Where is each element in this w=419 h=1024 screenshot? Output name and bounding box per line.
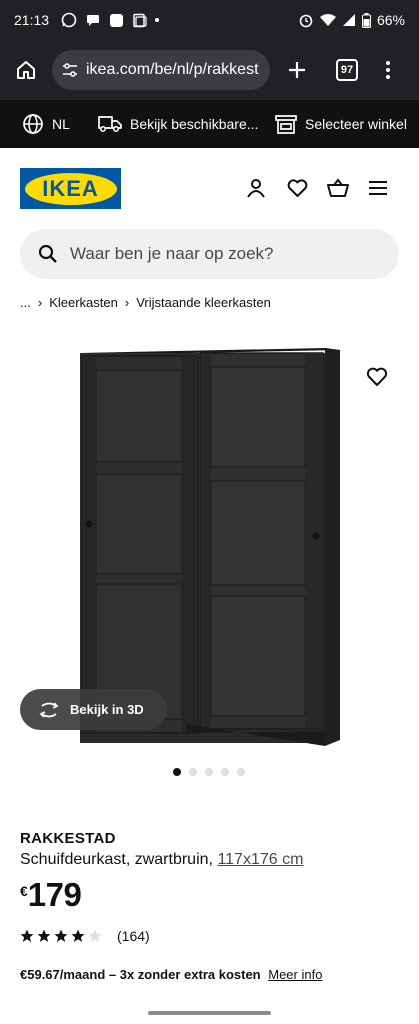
store-label: Selecteer winkel [305,116,407,132]
price-currency: € [20,883,28,899]
account-button[interactable] [244,176,268,200]
store-selector[interactable]: Selecteer winkel [275,114,407,134]
carousel-dot[interactable] [221,768,229,776]
battery-icon [361,12,371,28]
product-size-link[interactable]: 117x176 cm [217,851,303,868]
carousel-dot[interactable] [205,768,213,776]
review-count: (164) [117,928,150,944]
new-tab-button[interactable] [284,57,310,83]
stock-availability-link[interactable]: Bekijk beschikbare... [98,115,258,133]
product-type: Schuifdeurkast, zwartbruin, [20,851,213,868]
site-settings-icon[interactable] [62,63,78,77]
status-right-icons: 66% [298,12,405,28]
chevron-right-icon: › [124,295,130,310]
search-input[interactable]: Waar ben je naar op zoek? [20,229,399,279]
whatsapp-icon [61,12,77,28]
image-carousel-indicator [173,768,245,776]
signal-icon [342,14,355,26]
stock-label: Bekijk beschikbare... [130,116,259,132]
alarm-icon [299,14,313,28]
breadcrumb-ellipsis[interactable]: ... [20,295,31,310]
kebab-dot [386,75,390,79]
url-text: ikea.com/be/nl/p/rakkest [86,61,259,78]
breadcrumb-item[interactable]: Vrijstaande kleerkasten [136,295,271,310]
price-amount: 179 [27,876,82,913]
financing-info: €59.67/maand – 3x zonder extra kosten Me… [20,967,322,982]
status-bar: 21:13 66% [0,0,419,40]
heart-icon [366,367,388,386]
gesture-bar [148,1011,271,1015]
tab-switcher-button[interactable]: 97 [336,59,358,81]
user-icon [247,179,265,198]
kebab-dot [386,68,390,72]
language-label: NL [52,116,70,132]
logo-text: IKEA [24,172,117,205]
breadcrumb: ... › Kleerkasten › Vrijstaande kleerkas… [20,295,271,310]
product-description: Schuifdeurkast, zwartbruin, 117x176 cm [20,851,303,869]
more-info-link[interactable]: Meer info [268,967,322,982]
basket-icon [327,178,349,197]
wifi-icon [319,14,336,26]
heart-icon [287,178,307,197]
globe-icon [23,114,43,134]
financing-text: €59.67/maand – 3x zonder extra kosten [20,967,261,982]
truck-icon [98,116,122,132]
breadcrumb-item[interactable]: Kleerkasten [49,295,118,310]
product-wishlist-button[interactable] [366,367,390,389]
language-selector[interactable]: NL [22,113,70,135]
star-icon [37,929,51,942]
search-icon [38,244,57,263]
status-left-icons [61,12,160,28]
carousel-dot[interactable] [173,768,181,776]
messages-icon [87,15,100,26]
carousel-dot[interactable] [237,768,245,776]
status-time: 21:13 [14,12,50,28]
rotate-3d-icon [39,701,59,718]
menu-icon [369,181,387,195]
dot-icon [155,18,160,22]
site-header: IKEA [0,148,419,226]
view-in-3d-label: Bekijk in 3D [70,702,144,717]
home-icon [17,61,35,79]
menu-button[interactable] [366,176,390,200]
carousel-dot[interactable] [189,768,197,776]
product-name: RAKKESTAD [20,830,116,847]
store-icon [275,115,297,134]
star-icon [71,929,85,942]
basket-button[interactable] [326,176,350,200]
ikea-logo[interactable]: IKEA [20,168,121,209]
chevron-right-icon: › [37,295,43,310]
app-icon [110,13,124,27]
url-field[interactable]: ikea.com/be/nl/p/rakkest [52,50,270,90]
product-rating[interactable]: (164) [20,928,150,944]
plus-icon [289,62,305,78]
wishlist-button[interactable] [285,176,309,200]
info-bar: NL Bekijk beschikbare... Selecteer winke… [0,100,419,148]
search-placeholder: Waar ben je naar op zoek? [70,244,274,263]
product-price: € 179 [20,876,82,914]
star-icon [54,929,68,942]
home-button[interactable] [10,54,42,86]
browser-menu-button[interactable] [386,61,390,79]
screenshot-icon [133,13,147,27]
star-empty-icon [88,929,102,942]
browser-toolbar: ikea.com/be/nl/p/rakkest 97 [0,40,419,100]
kebab-dot [386,61,390,65]
view-in-3d-button[interactable]: Bekijk in 3D [20,689,167,730]
star-icon [20,929,34,942]
battery-percent: 66% [376,12,405,28]
